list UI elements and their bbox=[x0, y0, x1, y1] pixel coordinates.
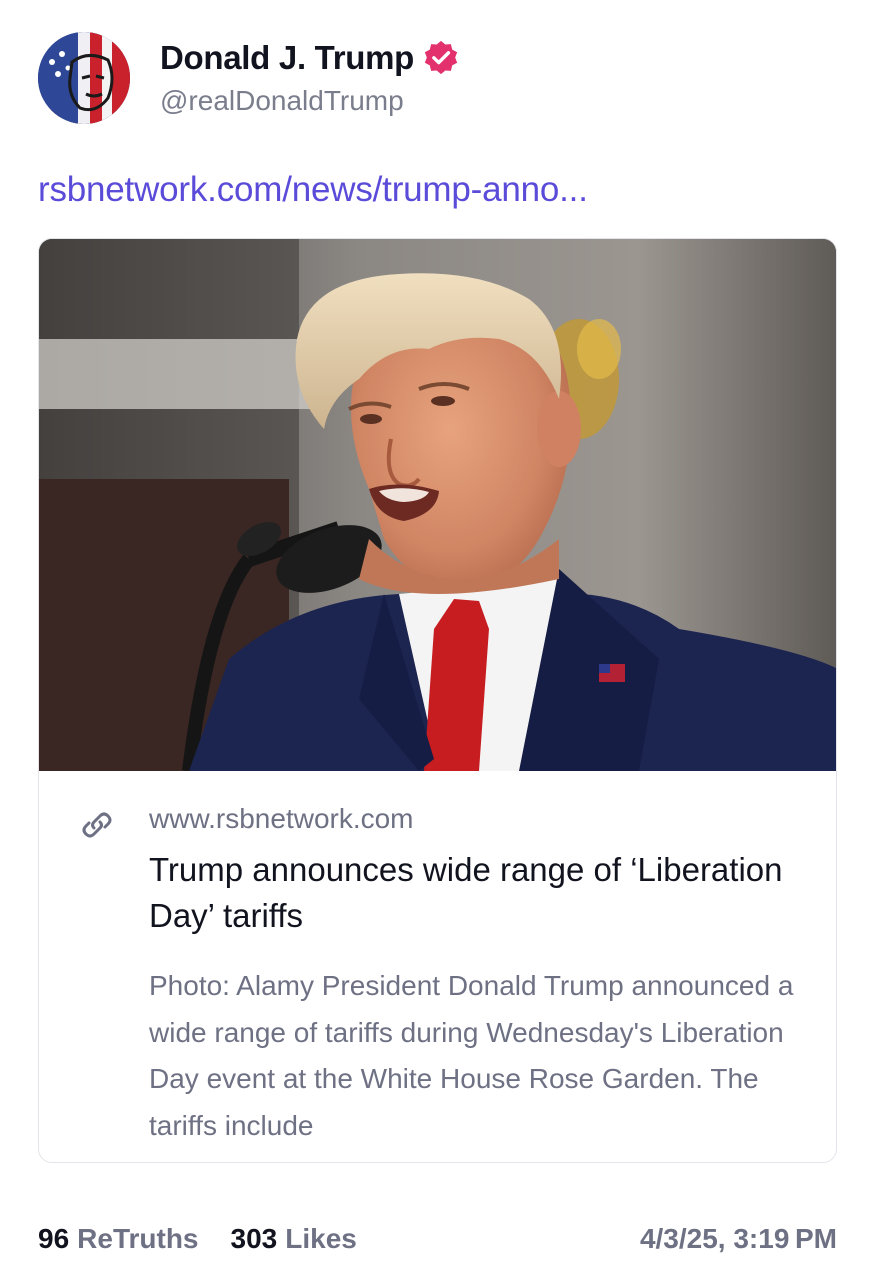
author-names: Donald J. Trump @realDonaldTrump bbox=[160, 39, 460, 117]
avatar[interactable] bbox=[38, 32, 130, 124]
flag-face-avatar-icon bbox=[38, 32, 130, 124]
speaker-photo bbox=[39, 239, 836, 771]
link-preview-card[interactable]: www.rsbnetwork.com Trump announces wide … bbox=[38, 238, 837, 1163]
likes-label: Likes bbox=[285, 1223, 357, 1254]
link-title[interactable]: Trump announces wide range of ‘Liberatio… bbox=[149, 847, 809, 939]
likes-stat[interactable]: 303 Likes bbox=[231, 1223, 357, 1255]
name-row: Donald J. Trump bbox=[160, 39, 460, 77]
likes-count: 303 bbox=[230, 1223, 278, 1254]
link-icon bbox=[82, 812, 112, 838]
display-name[interactable]: Donald J. Trump bbox=[160, 39, 414, 77]
post-link[interactable]: rsbnetwork.com/news/trump-anno... bbox=[38, 170, 588, 210]
author-handle[interactable]: @realDonaldTrump bbox=[160, 85, 460, 117]
retruths-label: ReTruths bbox=[77, 1223, 199, 1254]
retruths-count: 96 bbox=[38, 1223, 70, 1254]
link-description: Photo: Alamy President Donald Trump anno… bbox=[149, 970, 794, 1141]
link-preview-body: www.rsbnetwork.com Trump announces wide … bbox=[39, 771, 836, 1162]
post-header: Donald J. Trump @realDonaldTrump bbox=[38, 30, 460, 126]
post-stats: 96 ReTruths 303 Likes 4/3/25, 3:19 PM bbox=[38, 1218, 837, 1260]
link-domain: www.rsbnetwork.com bbox=[149, 803, 414, 834]
retruths-stat[interactable]: 96 ReTruths bbox=[38, 1223, 199, 1255]
link-preview-image[interactable] bbox=[39, 239, 836, 771]
verified-badge-icon bbox=[424, 40, 458, 75]
post-timestamp[interactable]: 4/3/25, 3:19 PM bbox=[640, 1223, 837, 1255]
